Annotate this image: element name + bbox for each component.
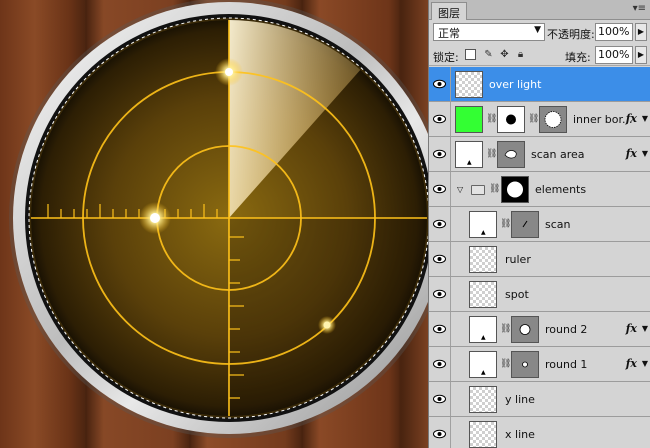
eye-icon[interactable] <box>433 254 446 264</box>
vector-mask-thumbnail[interactable] <box>497 141 525 168</box>
fx-icon[interactable]: fx <box>626 322 637 335</box>
opacity-label: 不透明度: <box>547 28 595 41</box>
panel-tab-bar: 图层 ▾≡ <box>429 0 650 20</box>
eye-icon[interactable] <box>433 359 446 369</box>
layer-scan[interactable]: ▲ ⛓ scan <box>429 207 650 242</box>
layer-name: inner bor... <box>573 113 633 126</box>
layer-x-line[interactable]: x line <box>429 417 650 448</box>
chain-icon[interactable]: ⛓ <box>489 184 500 194</box>
eye-icon[interactable] <box>433 394 446 404</box>
layer-thumbnail[interactable] <box>455 106 483 133</box>
layer-thumbnail[interactable] <box>469 386 497 413</box>
folder-icon <box>471 185 485 195</box>
layer-mask-thumbnail[interactable] <box>497 106 525 133</box>
chevron-down-icon[interactable]: ▼ <box>642 359 648 368</box>
layer-round-2[interactable]: ▲ ⛓ round 2 fx ▼ <box>429 312 650 347</box>
layer-thumbnail[interactable] <box>455 71 483 98</box>
fx-icon[interactable]: fx <box>626 147 637 160</box>
eye-icon[interactable] <box>433 324 446 334</box>
layer-y-line[interactable]: y line <box>429 382 650 417</box>
eye-icon[interactable] <box>433 79 446 89</box>
fill-slider-arrow-icon[interactable]: ▶ <box>635 46 647 64</box>
eye-icon[interactable] <box>433 289 446 299</box>
layer-mask-thumbnail[interactable] <box>501 176 529 203</box>
layer-thumbnail[interactable]: ▲ <box>469 316 497 343</box>
blend-mode-value: 正常 <box>438 27 460 40</box>
layer-round-1[interactable]: ▲ ⛓ round 1 fx ▼ <box>429 347 650 382</box>
blend-mode-select[interactable]: 正常 ▼ <box>433 23 545 41</box>
layer-spot[interactable]: spot <box>429 277 650 312</box>
eye-icon[interactable] <box>433 149 446 159</box>
tab-layers[interactable]: 图层 <box>431 2 467 20</box>
chain-icon[interactable]: ⛓ <box>486 149 497 159</box>
chain-icon[interactable]: ⛓ <box>500 359 511 369</box>
eye-icon[interactable] <box>433 114 446 124</box>
layer-thumbnail[interactable]: ▲ <box>469 351 497 378</box>
lock-brush-icon[interactable]: ✎ <box>483 49 494 60</box>
document-canvas[interactable] <box>0 0 432 448</box>
vector-mask-thumbnail[interactable] <box>511 211 539 238</box>
layer-name: x line <box>505 428 535 441</box>
layer-over-light[interactable]: over light <box>429 67 650 102</box>
panel-menu-icon[interactable]: ▾≡ <box>633 3 646 14</box>
layer-list: over light ⛓ ⛓ inner bor... fx ▼ ▲ ⛓ sca… <box>429 67 650 448</box>
layer-thumbnail[interactable] <box>469 421 497 448</box>
blend-row: 正常 ▼ 不透明度: 100% ▶ <box>429 20 650 44</box>
layer-thumbnail[interactable]: ▲ <box>469 211 497 238</box>
layer-scan-area[interactable]: ▲ ⛓ scan area fx ▼ <box>429 137 650 172</box>
chain-icon[interactable]: ⛓ <box>500 324 511 334</box>
fill-label: 填充: <box>565 51 591 64</box>
lock-transparent-checker-icon[interactable] <box>465 49 476 60</box>
opacity-slider-arrow-icon[interactable]: ▶ <box>635 23 647 41</box>
lock-row: 锁定: ✎ ✥ 🔒︎ 填充: 100% ▶ <box>429 44 650 66</box>
layer-name: round 1 <box>545 358 588 371</box>
chevron-down-icon[interactable]: ▼ <box>642 114 648 123</box>
radar-artwork <box>0 0 432 448</box>
eye-icon[interactable] <box>433 219 446 229</box>
vector-mask-thumbnail[interactable] <box>539 106 567 133</box>
group-expand-triangle-icon[interactable]: ▽ <box>457 185 463 194</box>
lock-all-icon[interactable]: 🔒︎ <box>515 49 526 60</box>
layer-name: round 2 <box>545 323 588 336</box>
lock-label: 锁定: <box>433 51 459 64</box>
layer-name: scan <box>545 218 571 231</box>
chevron-down-icon[interactable]: ▼ <box>642 324 648 333</box>
lock-move-icon[interactable]: ✥ <box>499 49 510 60</box>
vector-mask-thumbnail[interactable] <box>511 316 539 343</box>
layer-thumbnail[interactable] <box>469 281 497 308</box>
layer-name: ruler <box>505 253 531 266</box>
layer-name: scan area <box>531 148 585 161</box>
chevron-down-icon: ▼ <box>534 25 541 35</box>
fx-icon[interactable]: fx <box>626 112 637 125</box>
chain-icon[interactable]: ⛓ <box>528 114 539 124</box>
layer-group-elements[interactable]: ▽ ⛓ elements <box>429 172 650 207</box>
fill-input[interactable]: 100% <box>595 46 633 64</box>
layer-inner-border[interactable]: ⛓ ⛓ inner bor... fx ▼ <box>429 102 650 137</box>
chain-icon[interactable]: ⛓ <box>486 114 497 124</box>
layer-name: spot <box>505 288 529 301</box>
layer-thumbnail[interactable] <box>469 246 497 273</box>
layer-name: y line <box>505 393 535 406</box>
eye-icon[interactable] <box>433 184 446 194</box>
layer-name: over light <box>489 78 542 91</box>
layer-thumbnail[interactable]: ▲ <box>455 141 483 168</box>
vector-mask-thumbnail[interactable] <box>511 351 539 378</box>
chain-icon[interactable]: ⛓ <box>500 219 511 229</box>
fx-icon[interactable]: fx <box>626 357 637 370</box>
layers-panel: 图层 ▾≡ 正常 ▼ 不透明度: 100% ▶ 锁定: ✎ ✥ 🔒︎ 填充: 1… <box>428 0 650 448</box>
chevron-down-icon[interactable]: ▼ <box>642 149 648 158</box>
eye-icon[interactable] <box>433 429 446 439</box>
layer-name: elements <box>535 183 587 196</box>
layer-ruler[interactable]: ruler <box>429 242 650 277</box>
opacity-input[interactable]: 100% <box>595 23 633 41</box>
